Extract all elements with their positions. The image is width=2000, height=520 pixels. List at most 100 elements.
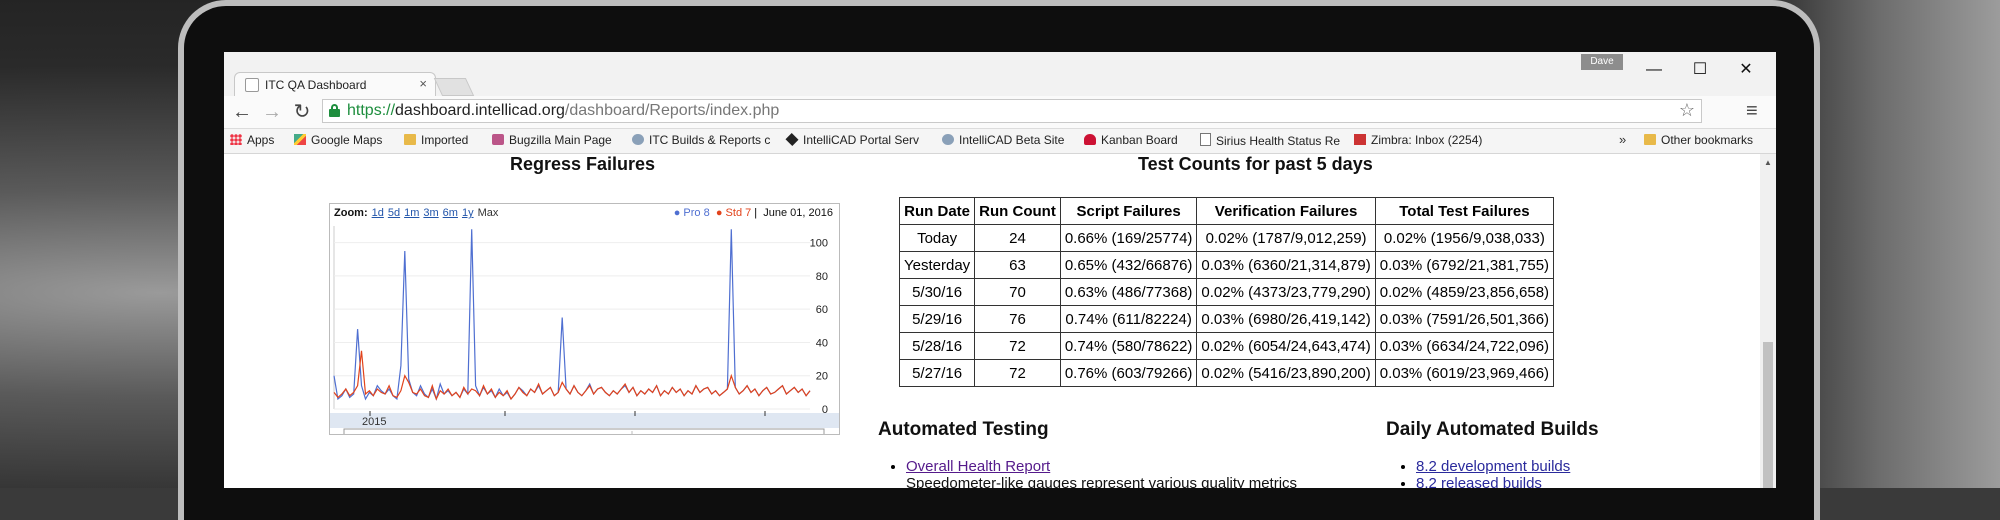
- browser-window: ITC QA Dashboard × Dave — ☐ ✕ ← → ↻ http…: [224, 52, 1776, 488]
- daily-builds-heading: Daily Automated Builds: [1386, 419, 1599, 440]
- bookmark-intellicad-beta[interactable]: IntelliCAD Beta Site: [942, 133, 1064, 147]
- scroll-thumb[interactable]: [1763, 342, 1773, 488]
- new-tab-button[interactable]: [433, 78, 475, 96]
- bookmark-itc-builds[interactable]: ITC Builds & Reports c: [632, 133, 770, 147]
- table-cell: 0.03% (6019/23,969,466): [1374, 359, 1555, 387]
- apps-icon: [230, 134, 242, 145]
- table-cell: 0.03% (6792/21,381,755): [1374, 251, 1555, 279]
- url-text: https://dashboard.intellicad.org/dashboa…: [347, 102, 780, 119]
- table-cell: 0.03% (6980/26,419,142): [1196, 305, 1376, 333]
- table-cell: Today: [898, 224, 976, 252]
- folder-icon: [404, 134, 416, 145]
- forward-icon[interactable]: →: [260, 100, 284, 124]
- table-header: Total Test Failures: [1374, 197, 1555, 225]
- table-cell: 0.65% (432/66876): [1059, 251, 1198, 279]
- page-content: Regress Failures Test Counts for past 5 …: [224, 154, 1760, 488]
- table-cell: 0.02% (6054/24,643,474): [1196, 332, 1376, 360]
- bookmark-bugzilla[interactable]: Bugzilla Main Page: [492, 133, 612, 147]
- browser-toolbar: ← → ↻ https://dashboard.intellicad.org/d…: [224, 96, 1776, 129]
- test-counts-heading: Test Counts for past 5 days: [1138, 154, 1373, 174]
- table-cell: 5/29/16: [898, 305, 976, 333]
- title-bar: ITC QA Dashboard × Dave — ☐ ✕: [224, 52, 1776, 97]
- chart-plot: 10080604020020152016: [330, 226, 839, 434]
- bookmark-zimbra[interactable]: Zimbra: Inbox (2254): [1354, 133, 1482, 147]
- table-cell: 72: [974, 332, 1061, 360]
- table-cell: 0.02% (1787/9,012,259): [1196, 224, 1376, 252]
- test-counts-table: Run Date Run Count Script Failures Verifica…: [898, 197, 1555, 387]
- globe-icon: [942, 134, 954, 145]
- table-header: Run Count: [974, 197, 1061, 225]
- table-row: 5/29/16 76 0.74% (611/82224) 0.03% (6980/26…: [898, 305, 1555, 333]
- back-icon[interactable]: ←: [230, 100, 254, 124]
- profile-badge[interactable]: Dave: [1581, 54, 1623, 70]
- bookmark-apps[interactable]: Apps: [230, 133, 274, 147]
- kanban-icon: [1084, 134, 1096, 145]
- table-cell: 0.66% (169/25774): [1059, 224, 1198, 252]
- automated-testing-heading: Automated Testing: [878, 419, 1049, 440]
- table-cell: 72: [974, 359, 1061, 387]
- table-cell: 0.03% (6360/21,314,879): [1196, 251, 1376, 279]
- bookmarks-overflow-icon[interactable]: »: [1619, 132, 1626, 147]
- tab-close-icon[interactable]: ×: [419, 76, 427, 91]
- menu-icon[interactable]: ≡: [1746, 100, 1758, 123]
- table-header: Script Failures: [1059, 197, 1198, 225]
- x-tick-label: 2015: [362, 416, 386, 428]
- bookmark-google-maps[interactable]: Google Maps: [294, 133, 382, 147]
- released-builds-link[interactable]: 8.2 released builds: [1416, 475, 1542, 488]
- page-scrollbar[interactable]: ▲: [1760, 154, 1776, 488]
- y-tick-label: 80: [816, 271, 828, 283]
- regress-failures-heading: Regress Failures: [510, 154, 656, 174]
- bookmark-intellicad-portal[interactable]: IntelliCAD Portal Serv: [785, 132, 919, 147]
- table-header: Run Date: [898, 197, 976, 225]
- browser-tab[interactable]: ITC QA Dashboard ×: [234, 72, 436, 97]
- overall-health-report-link[interactable]: Overall Health Report: [906, 458, 1050, 475]
- automated-testing-list: Overall Health ReportSpeedometer-like ga…: [884, 458, 1297, 488]
- table-row: 5/28/16 72 0.74% (580/78622) 0.02% (6054/24…: [898, 332, 1555, 360]
- bookmarks-bar: Apps Google Maps Imported Bugzilla Main …: [224, 129, 1776, 154]
- table-cell: 0.02% (1956/9,038,033): [1374, 224, 1555, 252]
- y-tick-label: 100: [810, 238, 828, 250]
- health-report-description: Speedometer-like gauges represent variou…: [906, 475, 1298, 488]
- table-row: Today 24 0.66% (169/25774) 0.02% (1787/9,01…: [898, 224, 1555, 252]
- table-cell: 0.02% (4859/23,856,658): [1374, 278, 1555, 306]
- bookmark-star-icon[interactable]: ☆: [1679, 100, 1695, 121]
- scroll-up-icon[interactable]: ▲: [1764, 158, 1772, 167]
- table-cell: 5/27/16: [898, 359, 976, 387]
- minimize-button[interactable]: —: [1634, 56, 1674, 84]
- y-tick-label: 60: [816, 304, 828, 316]
- reload-icon[interactable]: ↻: [290, 100, 314, 124]
- table-cell: 5/28/16: [898, 332, 976, 360]
- y-tick-label: 40: [816, 337, 828, 349]
- list-item: 8.2 released builds: [1416, 475, 1570, 488]
- list-item: Overall Health ReportSpeedometer-like ga…: [906, 458, 1297, 488]
- bookmark-imported[interactable]: Imported: [404, 133, 468, 147]
- table-cell: 5/30/16: [898, 278, 976, 306]
- table-row: Yesterday 63 0.65% (432/66876) 0.03% (6360/…: [898, 251, 1555, 279]
- series-line-pro-8: [333, 229, 811, 401]
- x-axis-band: [330, 413, 839, 428]
- table-cell: 76: [974, 305, 1061, 333]
- table-cell: 70: [974, 278, 1061, 306]
- regress-chart: Zoom: 1d 5d 1m 3m 6m 1y Max ● Pro 8 ● Std 7 | J…: [329, 203, 840, 435]
- table-cell: 0.03% (6634/24,722,096): [1374, 332, 1555, 360]
- table-cell: 0.02% (4373/23,779,290): [1196, 278, 1376, 306]
- bookmark-kanban[interactable]: Kanban Board: [1084, 133, 1178, 147]
- page-favicon-icon: [245, 78, 259, 92]
- table-cell: 0.02% (5416/23,890,200): [1196, 359, 1376, 387]
- list-item: 8.2 development builds: [1416, 458, 1570, 475]
- maximize-button[interactable]: ☐: [1680, 56, 1720, 84]
- table-cell: 24: [974, 224, 1061, 252]
- close-window-button[interactable]: ✕: [1726, 56, 1766, 84]
- address-bar[interactable]: https://dashboard.intellicad.org/dashboa…: [322, 99, 1702, 123]
- tab-title: ITC QA Dashboard: [265, 78, 367, 92]
- dev-builds-link[interactable]: 8.2 development builds: [1416, 458, 1570, 475]
- table-cell: 0.74% (611/82224): [1059, 305, 1198, 333]
- table-row: 5/27/16 72 0.76% (603/79266) 0.02% (5416/23…: [898, 359, 1555, 387]
- bookmark-sirius[interactable]: Sirius Health Status Re: [1200, 133, 1340, 148]
- bug-icon: [492, 134, 504, 145]
- y-tick-label: 20: [816, 371, 828, 383]
- globe-icon: [632, 134, 644, 145]
- navigator-frame: [343, 428, 825, 434]
- daily-builds-list: 8.2 development builds 8.2 released buil…: [1394, 458, 1570, 488]
- other-bookmarks[interactable]: Other bookmarks: [1644, 133, 1753, 147]
